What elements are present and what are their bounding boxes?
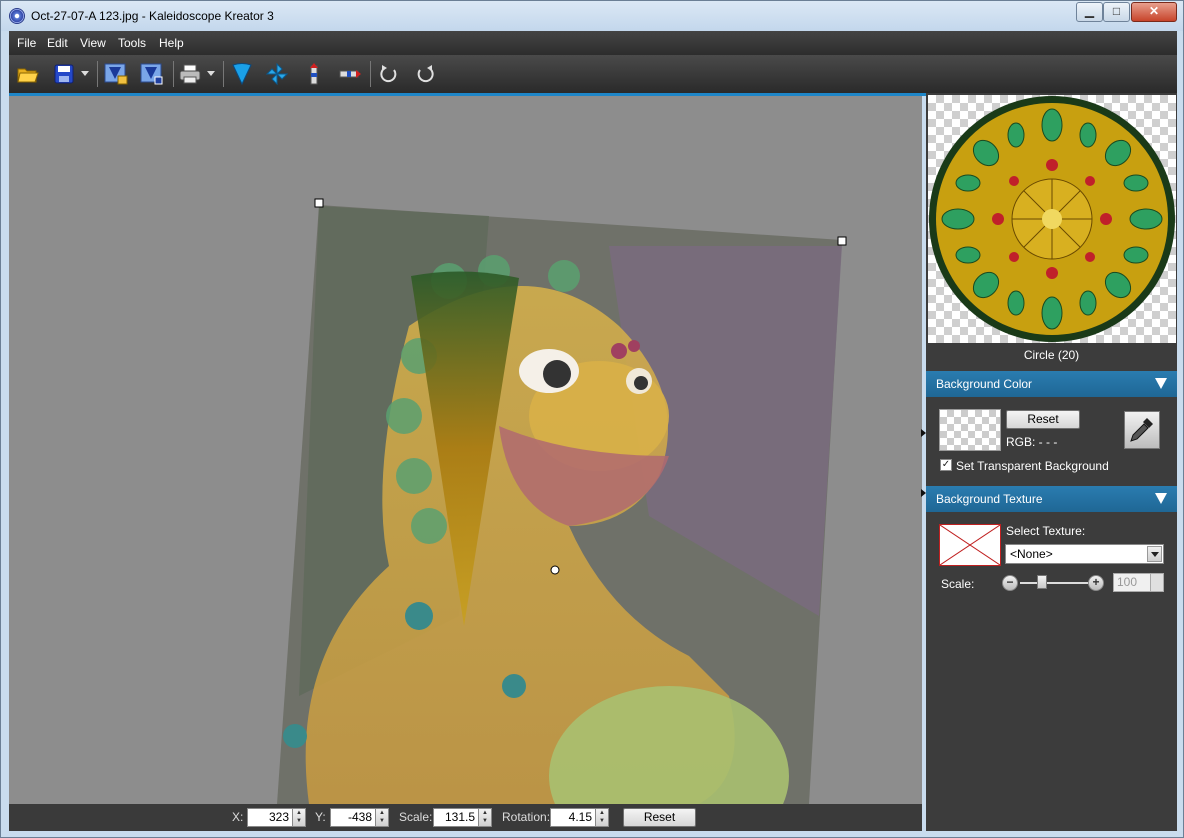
toolbar-separator [173,61,174,87]
app-window: Oct-27-07-A 123.jpg - Kaleidoscope Kreat… [0,0,1184,838]
texture-scale-spinner[interactable] [1150,573,1164,592]
preview-caption: Circle (20) [1023,348,1080,362]
texture-scale-track[interactable] [1020,582,1092,584]
close-button[interactable]: ✕ [1131,2,1177,22]
background-texture-title: Background Texture [936,492,1043,506]
transform-bar: X: 323 ▲ ▼ Y: -438 ▲ ▼ Scale: 131.5 ▲ ▼ Rot… [9,804,922,831]
menu-help[interactable]: Help [159,36,184,50]
source-image-view[interactable] [9,96,922,804]
scale-spinner[interactable]: ▲ ▼ [478,808,492,827]
x-spinner[interactable]: ▲ ▼ [292,808,306,827]
flip-vertical-icon[interactable] [301,61,327,87]
print-icon[interactable] [177,61,203,87]
pinwheel-icon[interactable] [264,61,290,87]
menu-file[interactable]: File [17,36,36,50]
editing-canvas[interactable] [9,96,922,804]
menu-tools[interactable]: Tools [118,36,146,50]
window-title: Oct-27-07-A 123.jpg - Kaleidoscope Kreat… [31,9,274,23]
export-settings-icon[interactable] [139,61,165,87]
toolbar-separator [97,61,98,87]
rotation-label: Rotation: [502,810,551,824]
x-input[interactable]: 323 [247,808,293,827]
title-bar[interactable]: Oct-27-07-A 123.jpg - Kaleidoscope Kreat… [1,1,1183,31]
no-texture-icon [939,524,1001,566]
eyedropper-button[interactable] [1124,411,1160,449]
zoom-in-icon[interactable]: + [1088,575,1104,591]
background-color-header[interactable]: Background Color [926,371,1177,397]
save-dropdown-icon[interactable] [79,61,91,87]
save-icon[interactable] [51,61,77,87]
texture-scale-input[interactable]: 100 [1113,573,1151,592]
collapse-arrow-icon[interactable] [1155,493,1167,504]
open-folder-icon[interactable] [15,61,41,87]
toolbar-separator [223,61,224,87]
redo-icon[interactable] [412,61,438,87]
scale-label: Scale: [399,810,433,824]
chevron-down-icon[interactable] [1147,546,1162,562]
texture-select[interactable]: <None> [1005,544,1164,564]
menu-view[interactable]: View [80,36,106,50]
y-spinner[interactable]: ▲ ▼ [375,808,389,827]
texture-scale-thumb[interactable] [1037,575,1047,589]
flip-horizontal-icon[interactable] [337,61,363,87]
background-color-title: Background Color [936,377,1033,391]
x-label: X: [232,810,244,824]
transparent-bg-label: Set Transparent Background [956,459,1109,473]
background-color-swatch[interactable] [939,409,1001,451]
right-panel: Circle (20) Background Color Reset RGB: … [926,93,1177,831]
texture-select-value: <None> [1010,547,1053,561]
collapse-arrow-icon[interactable] [1155,378,1167,389]
y-input[interactable]: -438 [330,808,376,827]
toolbar-separator [370,61,371,87]
reset-transform-button[interactable]: Reset [623,808,696,827]
zoom-out-icon[interactable]: − [1002,575,1018,591]
kaleidoscope-app-icon [9,8,25,24]
maximize-button[interactable]: □ [1103,2,1130,22]
menu-edit[interactable]: Edit [47,36,68,50]
corner-handle-top-left[interactable] [314,198,324,208]
photo-region [277,205,842,804]
rgb-readout: RGB: - - - [1006,435,1058,449]
eyedropper-icon [1130,418,1153,442]
rotation-input[interactable]: 4.15 [550,808,596,827]
y-label: Y: [315,810,326,824]
reset-color-button[interactable]: Reset [1006,410,1080,429]
texture-swatch[interactable] [939,524,1001,566]
export-icon[interactable] [103,61,129,87]
print-dropdown-icon[interactable] [205,61,217,87]
background-texture-header[interactable]: Background Texture [926,486,1177,512]
transparent-bg-checkbox[interactable]: ✓ [940,459,952,471]
menu-bar: File Edit View Tools Help [9,31,1177,55]
scale-input[interactable]: 131.5 [433,808,479,827]
rotation-spinner[interactable]: ▲ ▼ [595,808,609,827]
texture-scale-label: Scale: [941,577,975,591]
wedge-shape-icon[interactable] [229,61,255,87]
undo-icon[interactable] [376,61,402,87]
toolbar [9,55,1177,93]
center-handle[interactable] [550,565,560,575]
corner-handle-top-right[interactable] [837,236,847,246]
minimize-button[interactable]: ▁ [1076,2,1103,22]
kaleidoscope-preview [928,95,1176,343]
select-texture-label: Select Texture: [1006,524,1086,538]
